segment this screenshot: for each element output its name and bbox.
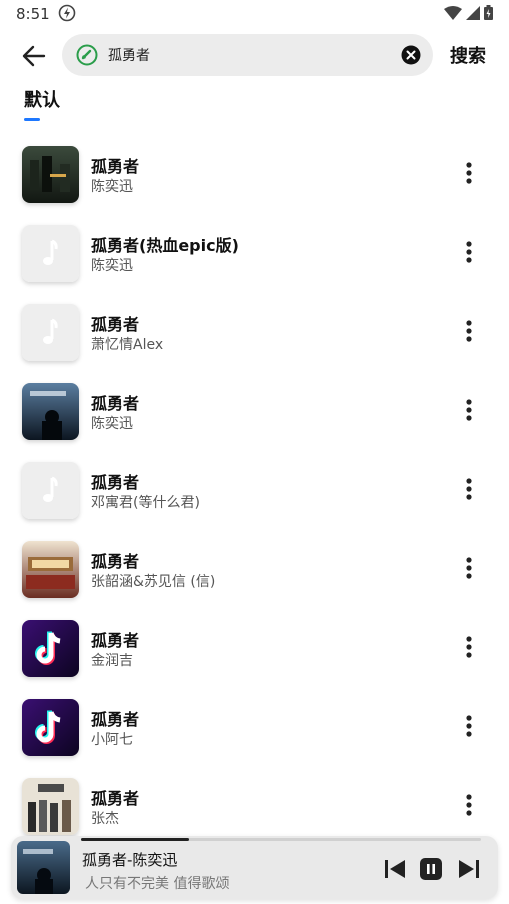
song-artist: 小阿七 bbox=[91, 732, 133, 748]
signal-icon bbox=[466, 5, 480, 20]
status-time: 8:51 bbox=[16, 5, 50, 23]
song-row[interactable]: 孤勇者 陈奕迅 bbox=[0, 134, 509, 213]
song-artist: 陈奕迅 bbox=[91, 416, 133, 432]
more-options-icon[interactable] bbox=[458, 477, 480, 501]
song-row[interactable]: 孤勇者 小阿七 bbox=[0, 687, 509, 766]
song-row[interactable]: 孤勇者 邓寓君(等什么君) bbox=[0, 450, 509, 529]
song-row[interactable]: 孤勇者 张韶涵&苏见信 (信) bbox=[0, 529, 509, 608]
song-cover-art[interactable] bbox=[22, 304, 79, 361]
song-cover-art[interactable] bbox=[22, 620, 79, 677]
song-row[interactable]: 孤勇者 陈奕迅 bbox=[0, 371, 509, 450]
search-results-list: 孤勇者 陈奕迅 孤勇者(热血epic版) 陈奕迅 孤勇者 萧忆情Alex 孤勇者… bbox=[0, 134, 509, 845]
song-title: 孤勇者 bbox=[91, 710, 140, 729]
charging-icon bbox=[58, 4, 76, 22]
song-row[interactable]: 孤勇者(热血epic版) 陈奕迅 bbox=[0, 213, 509, 292]
song-artist: 张韶涵&苏见信 (信) bbox=[91, 574, 216, 590]
song-title: 孤勇者 bbox=[91, 315, 140, 334]
more-options-icon[interactable] bbox=[458, 556, 480, 580]
song-cover-art[interactable] bbox=[22, 699, 79, 756]
progress-fill bbox=[81, 838, 189, 841]
song-row[interactable]: 孤勇者 萧忆情Alex bbox=[0, 292, 509, 371]
status-icons bbox=[444, 5, 493, 20]
player-title: 孤勇者-陈奕迅 bbox=[82, 851, 178, 869]
song-title: 孤勇者 bbox=[91, 631, 140, 650]
more-options-icon[interactable] bbox=[458, 793, 480, 817]
back-arrow-icon[interactable] bbox=[20, 42, 48, 70]
more-options-icon[interactable] bbox=[458, 398, 480, 422]
song-title: 孤勇者(热血epic版) bbox=[91, 236, 239, 255]
clear-search-icon[interactable] bbox=[401, 45, 421, 65]
status-bar: 8:51 bbox=[0, 0, 509, 28]
song-artist: 邓寓君(等什么君) bbox=[91, 495, 200, 511]
song-cover-art[interactable] bbox=[22, 462, 79, 519]
pause-icon[interactable] bbox=[419, 857, 443, 881]
tab-default[interactable]: 默认 bbox=[24, 86, 60, 112]
song-cover-art[interactable] bbox=[22, 778, 79, 835]
song-cover-art[interactable] bbox=[22, 146, 79, 203]
more-options-icon[interactable] bbox=[458, 240, 480, 264]
search-query[interactable]: 孤勇者 bbox=[108, 45, 150, 65]
battery-icon bbox=[484, 5, 493, 20]
song-title: 孤勇者 bbox=[91, 473, 140, 492]
player-lyric: 人只有不完美 值得歌颂 bbox=[85, 876, 230, 892]
song-title: 孤勇者 bbox=[91, 789, 140, 808]
song-cover-art[interactable] bbox=[22, 225, 79, 282]
more-options-icon[interactable] bbox=[458, 319, 480, 343]
song-artist: 萧忆情Alex bbox=[91, 337, 164, 353]
song-title: 孤勇者 bbox=[91, 394, 140, 413]
player-cover-art[interactable] bbox=[17, 841, 70, 894]
search-input[interactable]: 孤勇者 bbox=[62, 34, 433, 76]
next-track-icon[interactable] bbox=[457, 857, 481, 881]
more-options-icon[interactable] bbox=[458, 161, 480, 185]
wifi-icon bbox=[444, 5, 462, 20]
app-logo-icon bbox=[76, 44, 98, 66]
song-cover-art[interactable] bbox=[22, 383, 79, 440]
song-title: 孤勇者 bbox=[91, 552, 140, 571]
song-artist: 张杰 bbox=[91, 811, 119, 827]
song-artist: 金润吉 bbox=[91, 653, 133, 669]
more-options-icon[interactable] bbox=[458, 714, 480, 738]
more-options-icon[interactable] bbox=[458, 635, 480, 659]
previous-track-icon[interactable] bbox=[383, 857, 407, 881]
song-cover-art[interactable] bbox=[22, 541, 79, 598]
mini-player[interactable]: 孤勇者-陈奕迅 人只有不完美 值得歌颂 bbox=[11, 836, 498, 899]
song-row[interactable]: 孤勇者 张杰 bbox=[0, 766, 509, 845]
search-header: 孤勇者 搜索 bbox=[0, 32, 509, 78]
song-artist: 陈奕迅 bbox=[91, 179, 133, 195]
song-title: 孤勇者 bbox=[91, 157, 140, 176]
song-artist: 陈奕迅 bbox=[91, 258, 133, 274]
song-row[interactable]: 孤勇者 金润吉 bbox=[0, 608, 509, 687]
search-button[interactable]: 搜索 bbox=[450, 42, 486, 68]
tab-active-indicator bbox=[24, 118, 40, 121]
